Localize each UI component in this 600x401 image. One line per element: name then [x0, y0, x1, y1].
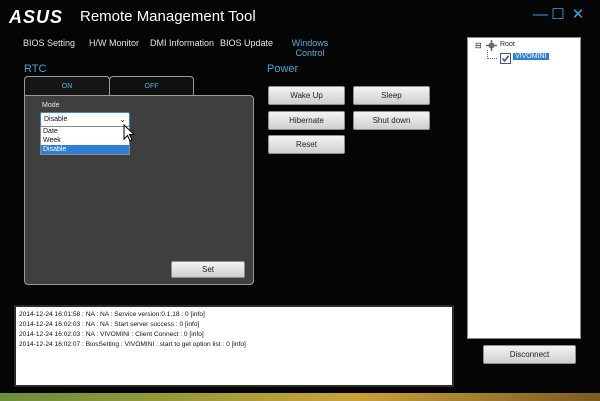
mode-option-disable[interactable]: Disable [41, 145, 129, 154]
log-line: 2014-12-24 16:02:07 : BiosSetting : VIVO… [19, 341, 246, 348]
checkmark-icon [501, 55, 510, 63]
shut-down-button[interactable]: Shut down [353, 111, 430, 130]
mode-select[interactable]: Disable ⌄ [40, 112, 130, 127]
menu-bios-update[interactable]: BIOS Update [220, 38, 273, 48]
device-tree: ⊟ Root VIVOMINI [467, 37, 581, 339]
sleep-button[interactable]: Sleep [353, 86, 430, 105]
tab-on[interactable]: ON [24, 76, 110, 97]
menu-dmi-information[interactable]: DMI Information [150, 38, 214, 48]
tree-expander-icon[interactable]: ⊟ [475, 41, 482, 50]
minimize-icon[interactable]: — [533, 7, 548, 23]
rtc-title: RTC [24, 63, 47, 75]
menu-windows-control-line1: Windows [291, 38, 329, 48]
vivomini-checkbox[interactable] [500, 53, 511, 64]
menu-hw-monitor[interactable]: H/W Monitor [89, 38, 139, 48]
mode-option-date[interactable]: Date [41, 127, 129, 136]
mode-select-value: Disable [44, 116, 68, 123]
log-line: 2014-12-24 16:01:58 : NA : NA : Service … [19, 311, 205, 318]
log-line: 2014-12-24 16:02:03 : NA : NA : Start se… [19, 321, 200, 328]
wake-up-button[interactable]: Wake Up [268, 86, 345, 105]
tree-connector-line [487, 58, 497, 59]
tab-off[interactable]: OFF [109, 76, 194, 97]
mode-option-week[interactable]: Week [41, 136, 129, 145]
disconnect-button[interactable]: Disconnect [483, 345, 576, 364]
log-panel[interactable]: 2014-12-24 16:01:58 : NA : NA : Service … [14, 305, 454, 387]
app-title: Remote Management Tool [80, 8, 256, 25]
menu-windows-control-line2: Control [295, 48, 325, 58]
maximize-icon[interactable]: ☐ [551, 7, 565, 23]
close-icon[interactable]: ✕ [571, 7, 585, 23]
tree-root-label[interactable]: Root [500, 41, 515, 48]
mode-label: Mode [42, 102, 60, 109]
mode-dropdown: Date Week Disable [40, 126, 130, 155]
hibernate-button[interactable]: Hibernate [268, 111, 345, 130]
asus-logo: ASUS [9, 7, 64, 27]
power-title: Power [267, 63, 299, 75]
menu-windows-control[interactable]: Windows Control [290, 38, 330, 58]
mouse-cursor-icon [123, 124, 136, 142]
reset-button[interactable]: Reset [268, 135, 345, 154]
log-line: 2014-12-24 16:02:03 : NA : VIVOMINI : Cl… [19, 331, 204, 338]
tree-node-vivomini[interactable]: VIVOMINI [513, 53, 549, 60]
title-bar: ASUS Remote Management Tool — ☐ ✕ [0, 0, 600, 32]
set-button[interactable]: Set [171, 261, 245, 278]
rtc-panel: Mode Disable ⌄ Date Week Disable Set [24, 95, 254, 285]
app-window: ASUS Remote Management Tool — ☐ ✕ BIOS S… [0, 0, 600, 393]
menu-bios-setting[interactable]: BIOS Setting [23, 38, 75, 48]
